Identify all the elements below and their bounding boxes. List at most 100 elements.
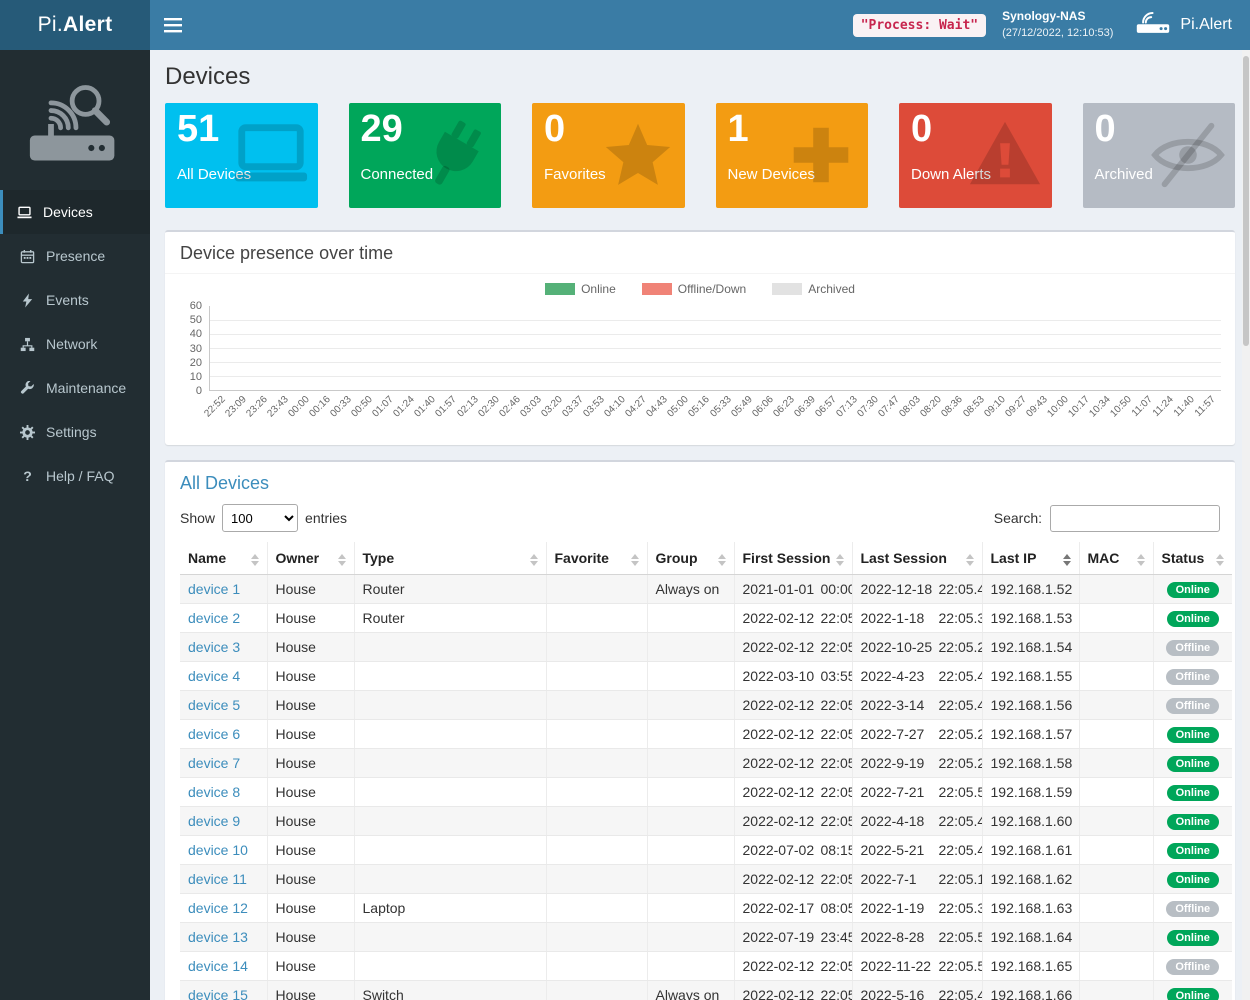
device-link[interactable]: device 4 xyxy=(188,668,240,684)
legend-item[interactable]: Online xyxy=(545,282,616,296)
entries-select[interactable]: 100 xyxy=(222,504,298,532)
status-cell: Offline xyxy=(1153,633,1232,662)
entries-label: entries xyxy=(305,510,347,526)
page-scrollbar[interactable] xyxy=(1242,50,1250,1000)
summary-box-favorites[interactable]: 0Favorites xyxy=(532,103,685,208)
sort-icon[interactable] xyxy=(718,554,726,566)
device-link[interactable]: device 3 xyxy=(188,639,240,655)
device-link[interactable]: device 10 xyxy=(188,842,248,858)
sidebar-item-network[interactable]: Network xyxy=(0,322,150,366)
sidebar-item-settings[interactable]: Settings xyxy=(0,410,150,454)
name-cell: device 1 xyxy=(180,575,267,604)
x-tick-label: 00:00 xyxy=(286,394,311,419)
device-link[interactable]: device 6 xyxy=(188,726,240,742)
name-cell: device 6 xyxy=(180,720,267,749)
summary-box-all-devices[interactable]: 51All Devices xyxy=(165,103,318,208)
device-link[interactable]: device 1 xyxy=(188,581,240,597)
name-cell: device 10 xyxy=(180,836,267,865)
status-cell: Online xyxy=(1153,807,1232,836)
last-session-cell: 2022-10-2522:05.23 xyxy=(852,633,982,662)
summary-box-connected[interactable]: 29Connected xyxy=(349,103,502,208)
column-header-mac[interactable]: MAC xyxy=(1079,542,1153,575)
favorite-cell xyxy=(546,633,647,662)
group-cell: Always on xyxy=(647,981,734,1000)
summary-box-value: 0 xyxy=(1095,108,1116,152)
summary-box-archived[interactable]: 0Archived xyxy=(1083,103,1236,208)
device-link[interactable]: device 2 xyxy=(188,610,240,626)
search-input[interactable] xyxy=(1050,505,1220,532)
device-link[interactable]: device 14 xyxy=(188,958,248,974)
device-link[interactable]: device 15 xyxy=(188,987,248,1000)
mac-cell xyxy=(1079,633,1153,662)
brand[interactable]: Pi.Alert xyxy=(1135,9,1250,41)
sidebar-item-presence[interactable]: Presence xyxy=(0,234,150,278)
y-tick-label: 10 xyxy=(190,371,202,383)
sort-icon[interactable] xyxy=(631,554,639,566)
owner-cell: House xyxy=(267,633,354,662)
sort-icon[interactable] xyxy=(251,554,259,566)
column-header-type[interactable]: Type xyxy=(354,542,546,575)
last-session-cell: 2022-4-1822:05.48 xyxy=(852,807,982,836)
column-header-favorite[interactable]: Favorite xyxy=(546,542,647,575)
device-link[interactable]: device 13 xyxy=(188,929,248,945)
x-tick-label: 01:40 xyxy=(413,394,438,419)
x-tick-label: 10:00 xyxy=(1045,394,1070,419)
column-header-status[interactable]: Status xyxy=(1153,542,1232,575)
column-header-name[interactable]: Name xyxy=(180,542,267,575)
sidebar-item-maintenance[interactable]: Maintenance xyxy=(0,366,150,410)
column-header-label: Last Session xyxy=(861,550,947,566)
y-tick-label: 30 xyxy=(190,343,202,355)
favorite-cell xyxy=(546,807,647,836)
mac-cell xyxy=(1079,604,1153,633)
sidebar-toggle-button[interactable] xyxy=(150,0,196,50)
x-tick-label: 09:43 xyxy=(1024,394,1049,419)
x-tick-label: 01:07 xyxy=(371,394,396,419)
table-body: device 1HouseRouterAlways on2021-01-0100… xyxy=(180,575,1232,1000)
sort-icon[interactable] xyxy=(1216,554,1224,566)
sidebar-item-help-faq[interactable]: ?Help / FAQ xyxy=(0,454,150,498)
device-link[interactable]: device 5 xyxy=(188,697,240,713)
sidebar-item-devices[interactable]: Devices xyxy=(0,190,150,234)
owner-cell: House xyxy=(267,952,354,981)
sort-icon[interactable] xyxy=(836,554,844,566)
favorite-cell xyxy=(546,952,647,981)
last-session-cell: 2022-4-2322:05.49 xyxy=(852,662,982,691)
sort-icon[interactable] xyxy=(338,554,346,566)
status-badge: Online xyxy=(1167,727,1219,743)
last-session-cell: 2022-5-1622:05.48 xyxy=(852,981,982,1000)
sort-icon[interactable] xyxy=(1137,554,1145,566)
x-tick-label: 02:30 xyxy=(476,394,501,419)
last-session-cell: 2022-7-2122:05.56 xyxy=(852,778,982,807)
app-logo[interactable]: Pi.Alert xyxy=(0,0,150,50)
device-link[interactable]: device 11 xyxy=(188,871,247,887)
last-ip-cell: 192.168.1.61 xyxy=(982,836,1079,865)
device-link[interactable]: device 8 xyxy=(188,784,240,800)
summary-box-value: 0 xyxy=(544,108,565,152)
sort-icon[interactable] xyxy=(966,554,974,566)
column-header-last-session[interactable]: Last Session xyxy=(852,542,982,575)
status-cell: Online xyxy=(1153,923,1232,952)
sort-icon[interactable] xyxy=(530,554,538,566)
sidebar-item-label: Events xyxy=(46,292,89,308)
favorite-cell xyxy=(546,836,647,865)
sort-icon[interactable] xyxy=(1063,554,1071,566)
scrollbar-thumb[interactable] xyxy=(1243,56,1249,346)
column-header-owner[interactable]: Owner xyxy=(267,542,354,575)
column-header-label: MAC xyxy=(1088,550,1120,566)
legend-item[interactable]: Archived xyxy=(772,282,855,296)
device-link[interactable]: device 9 xyxy=(188,813,240,829)
status-badge: Offline xyxy=(1166,698,1219,714)
device-link[interactable]: device 7 xyxy=(188,755,240,771)
summary-box-down-alerts[interactable]: 0Down Alerts xyxy=(899,103,1052,208)
sidebar-item-events[interactable]: Events xyxy=(0,278,150,322)
summary-box-new-devices[interactable]: 1New Devices xyxy=(716,103,869,208)
last-session-cell: 2022-8-2822:05.51 xyxy=(852,923,982,952)
device-link[interactable]: device 12 xyxy=(188,900,248,916)
y-tick-label: 40 xyxy=(190,328,202,340)
status-badge: Offline xyxy=(1166,959,1219,975)
legend-item[interactable]: Offline/Down xyxy=(642,282,746,296)
devices-panel-title: All Devices xyxy=(165,462,1235,496)
column-header-last-ip[interactable]: Last IP xyxy=(982,542,1079,575)
column-header-group[interactable]: Group xyxy=(647,542,734,575)
column-header-first-session[interactable]: First Session xyxy=(734,542,852,575)
